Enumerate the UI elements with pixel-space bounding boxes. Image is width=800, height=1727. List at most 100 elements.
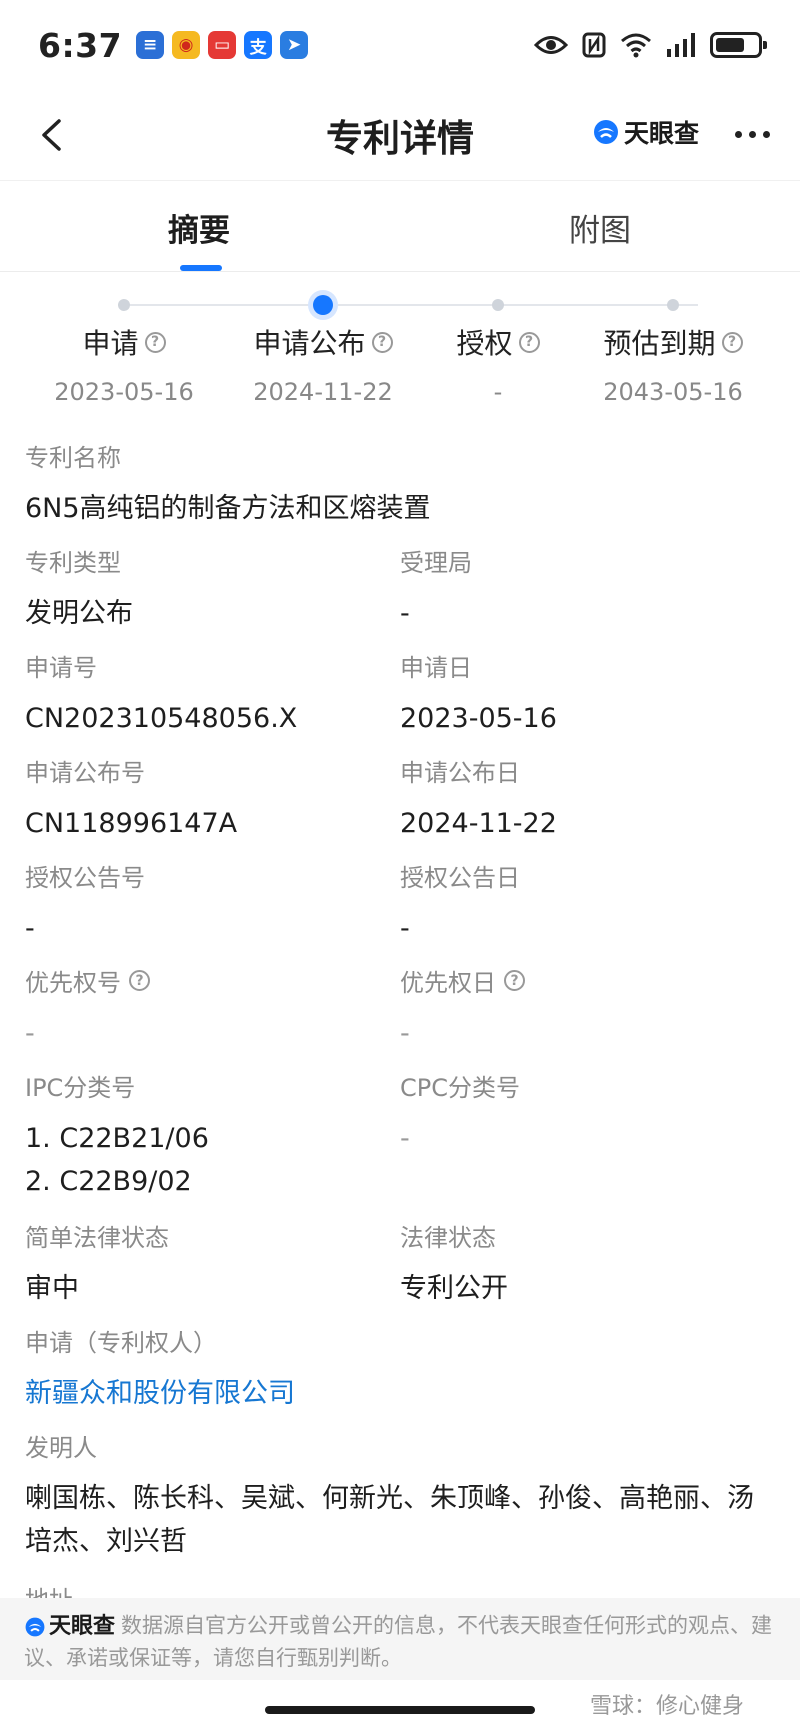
nfc-icon xyxy=(582,32,606,58)
disclaimer-text: 数据源自官方公开或曾公开的信息，不代表天眼查任何形式的观点、建议、承诺或保证等，… xyxy=(24,1613,773,1671)
field-label: 申请（专利权人） xyxy=(25,1329,217,1357)
tianyancha-logo-icon xyxy=(594,120,618,144)
timeline-label: 申请 xyxy=(82,327,139,360)
field-address: 地址 xyxy=(25,1580,73,1598)
message-app-icon: ≡ xyxy=(136,31,165,59)
battery-icon xyxy=(710,32,767,58)
timeline-dot xyxy=(118,299,130,311)
field-value: - xyxy=(400,598,410,629)
field-value: 喇国栋、陈长科、吴斌、何新光、朱顶峰、孙俊、高艳丽、汤培杰、刘兴哲 xyxy=(25,1483,754,1558)
field-grant-date: 授权公告日 - xyxy=(400,858,520,950)
applicant-link[interactable]: 新疆众和股份有限公司 xyxy=(25,1372,295,1415)
ipc-item: 2. C22B9/02 xyxy=(25,1166,192,1198)
field-label: 专利类型 xyxy=(25,549,121,577)
more-button[interactable] xyxy=(728,112,776,156)
timeline-date: 2024-11-22 xyxy=(253,378,393,406)
field-value: 6N5高纯铝的制备方法和区熔装置 xyxy=(25,493,431,524)
ipc-item: 1. C22B21/06 xyxy=(25,1123,209,1154)
field-label: 申请号 xyxy=(25,654,97,682)
field-label: 申请公布日 xyxy=(400,759,520,787)
help-icon[interactable]: ? xyxy=(721,331,743,353)
tianyancha-logo-icon xyxy=(25,1617,45,1636)
eye-icon xyxy=(534,36,568,54)
field-publication-date: 申请公布日 2024-11-22 xyxy=(400,753,557,845)
field-label: 优先权号 xyxy=(25,969,121,997)
brand-logo[interactable]: 天眼查 xyxy=(592,114,699,150)
field-label: 法律状态 xyxy=(400,1224,496,1252)
timeline-label: 预估到期 xyxy=(603,327,716,360)
map-app-icon: ➤ xyxy=(280,31,309,59)
field-application-number: 申请号 CN202310548056.X xyxy=(25,648,297,740)
field-value: - xyxy=(400,1018,410,1049)
help-icon[interactable]: ? xyxy=(371,331,393,353)
field-legal-status: 法律状态 专利公开 xyxy=(400,1218,508,1310)
field-label: 受理局 xyxy=(400,549,472,577)
ipc-list: 1. C22B21/06 2. C22B9/02 xyxy=(25,1117,209,1203)
field-office: 受理局 - xyxy=(400,543,472,635)
back-arrow-icon xyxy=(42,119,61,151)
weibo-icon: ◉ xyxy=(172,31,201,59)
timeline-dot-active xyxy=(313,295,333,315)
timeline-dot xyxy=(492,299,504,311)
tab-figures[interactable]: 附图 xyxy=(569,205,631,250)
field-grant-number: 授权公告号 - xyxy=(25,858,145,950)
field-ipc-class: IPC分类号 1. C22B21/06 2. C22B9/02 xyxy=(25,1068,209,1203)
timeline-label: 申请公布 xyxy=(253,327,366,360)
help-icon[interactable]: ? xyxy=(129,970,150,991)
status-time: 6:37 xyxy=(38,25,123,65)
app-header: 专利详情 天眼查 xyxy=(0,90,800,180)
system-icons xyxy=(534,32,767,58)
field-value: - xyxy=(400,1123,410,1154)
footer-brand-name: 天眼查 xyxy=(49,1614,116,1639)
field-value: 发明公布 xyxy=(25,598,133,629)
tab-indicator xyxy=(180,265,222,271)
notification-icons: ≡ ◉ ▭ 支 ➤ xyxy=(136,31,309,59)
field-label: CPC分类号 xyxy=(400,1074,520,1102)
field-priority-number: 优先权号? - xyxy=(25,963,150,1055)
field-label: 简单法律状态 xyxy=(25,1224,169,1252)
more-dot-icon xyxy=(748,130,756,138)
more-dot-icon xyxy=(762,130,770,138)
timeline-step-apply: 申请? 2023-05-16 xyxy=(24,322,224,406)
timeline-track xyxy=(130,304,698,306)
wifi-icon xyxy=(621,33,651,58)
mail-app-icon: ▭ xyxy=(208,31,237,59)
field-priority-date: 优先权日? - xyxy=(400,963,525,1055)
field-inventors: 发明人 喇国栋、陈长科、吴斌、何新光、朱顶峰、孙俊、高艳丽、汤培杰、刘兴哲 xyxy=(25,1428,760,1563)
field-patent-type: 专利类型 发明公布 xyxy=(25,543,133,635)
signal-icon xyxy=(667,33,695,57)
footer-brand: 天眼查 xyxy=(24,1610,115,1643)
field-label: 申请公布号 xyxy=(25,759,145,787)
field-label: 地址 xyxy=(25,1580,73,1598)
alipay-icon: 支 xyxy=(244,31,273,59)
field-value: CN118996147A xyxy=(25,808,238,839)
field-label: 申请日 xyxy=(400,654,472,682)
field-label: IPC分类号 xyxy=(25,1074,136,1102)
timeline-date: - xyxy=(493,378,503,406)
field-value: - xyxy=(25,913,35,944)
watermark: 雪球：修心健身 xyxy=(590,1688,744,1720)
field-label: 授权公告号 xyxy=(25,864,145,892)
field-label: 专利名称 xyxy=(25,444,121,472)
patent-timeline: 申请? 2023-05-16 申请公布? 2024-11-22 授权? - 预估… xyxy=(0,290,800,410)
timeline-date: 2043-05-16 xyxy=(603,378,743,406)
more-dot-icon xyxy=(734,130,742,138)
timeline-label: 授权 xyxy=(456,327,513,360)
timeline-step-grant: 授权? - xyxy=(398,322,598,406)
field-label: 授权公告日 xyxy=(400,864,520,892)
field-simple-legal-status: 简单法律状态 审中 xyxy=(25,1218,169,1310)
tab-summary[interactable]: 摘要 xyxy=(168,205,230,250)
status-bar: 6:37 ≡ ◉ ▭ 支 ➤ xyxy=(0,0,800,90)
field-application-date: 申请日 2023-05-16 xyxy=(400,648,557,740)
back-button[interactable] xyxy=(26,110,76,160)
timeline-step-publish: 申请公布? 2024-11-22 xyxy=(223,322,423,406)
help-icon[interactable]: ? xyxy=(144,331,166,353)
home-indicator[interactable] xyxy=(265,1706,535,1714)
field-patent-name: 专利名称 6N5高纯铝的制备方法和区熔装置 xyxy=(25,438,431,530)
help-icon[interactable]: ? xyxy=(504,970,525,991)
help-icon[interactable]: ? xyxy=(518,331,540,353)
field-label: 优先权日 xyxy=(400,969,496,997)
field-label: 发明人 xyxy=(25,1434,97,1462)
brand-name: 天眼查 xyxy=(624,119,700,148)
field-value: - xyxy=(400,913,410,944)
